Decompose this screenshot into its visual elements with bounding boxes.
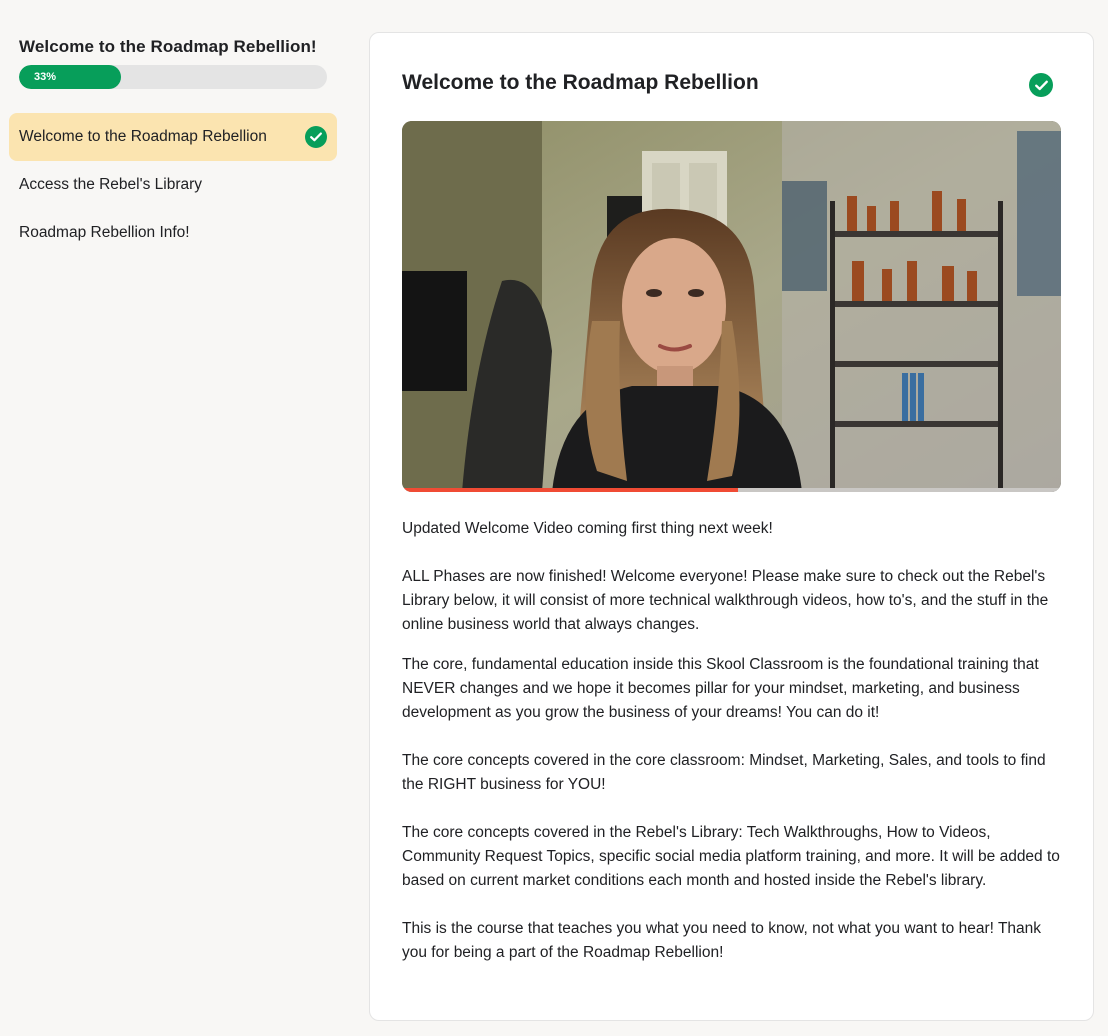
video-progress-bar[interactable] [402, 488, 1061, 492]
lesson-item-welcome[interactable]: Welcome to the Roadmap Rebellion [9, 113, 337, 161]
lesson-paragraph: The core, fundamental education inside t… [402, 656, 1039, 721]
lesson-item-rebels-library[interactable]: Access the Rebel's Library [9, 161, 337, 209]
lesson-item-label: Access the Rebel's Library [19, 176, 203, 193]
check-circle-icon[interactable] [1029, 73, 1053, 97]
video-thumbnail [402, 121, 1061, 492]
lesson-description: Updated Welcome Video coming first thing… [402, 517, 1062, 965]
video-progress-fill [402, 488, 739, 492]
course-title: Welcome to the Roadmap Rebellion! [19, 37, 317, 56]
lesson-paragraph: The core concepts covered in the Rebel's… [402, 824, 1060, 889]
lesson-paragraph: ALL Phases are now finished! Welcome eve… [402, 568, 1049, 633]
lesson-title: Welcome to the Roadmap Rebellion [402, 71, 759, 94]
lesson-content-card: Welcome to the Roadmap Rebellion Updated… [369, 32, 1094, 1021]
lesson-paragraph: This is the course that teaches you what… [402, 920, 1042, 961]
check-circle-icon [305, 126, 327, 148]
lesson-paragraph: Updated Welcome Video coming first thing… [402, 520, 773, 537]
lesson-item-label: Welcome to the Roadmap Rebellion [19, 128, 267, 145]
course-progress-label: 33% [34, 71, 57, 83]
lesson-item-roadmap-info[interactable]: Roadmap Rebellion Info! [9, 209, 337, 257]
course-progress-fill: 33% [19, 65, 121, 89]
lesson-item-label: Roadmap Rebellion Info! [19, 224, 190, 241]
lesson-video-player[interactable] [402, 121, 1061, 492]
lesson-list: Welcome to the Roadmap Rebellion Access … [9, 113, 337, 257]
course-sidebar: Welcome to the Roadmap Rebellion! 33% We… [9, 34, 337, 257]
course-progress-bar: 33% [19, 65, 327, 89]
lesson-paragraph: The core concepts covered in the core cl… [402, 752, 1046, 793]
